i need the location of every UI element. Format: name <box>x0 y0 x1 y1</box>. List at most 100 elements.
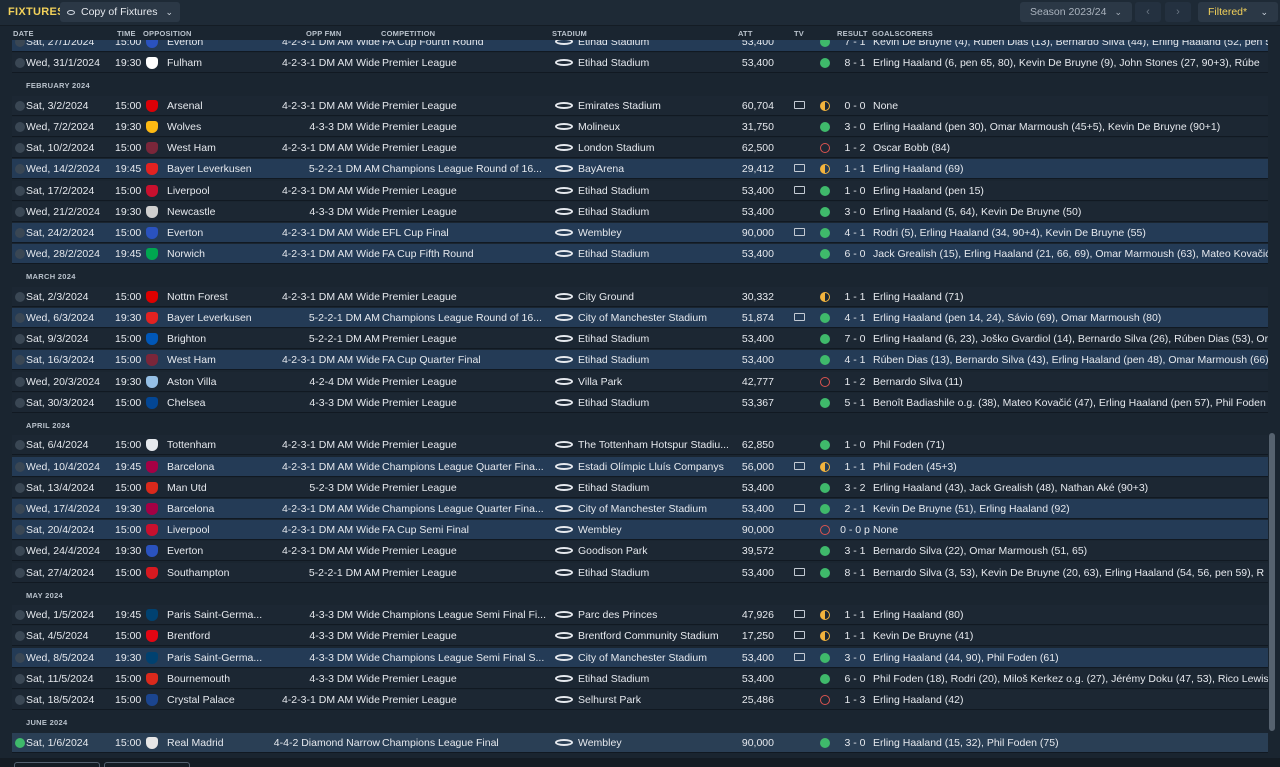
result-score[interactable]: 1 - 1 <box>834 291 876 303</box>
result-score[interactable]: 3 - 1 <box>834 545 876 557</box>
opposition-link[interactable]: Bayer Leverkusen <box>167 312 272 324</box>
fixture-row[interactable]: Sat, 10/2/2024 15:00 West Ham 4-2-3-1 DM AM… <box>12 138 1268 159</box>
result-score[interactable]: 8 - 1 <box>834 567 876 579</box>
fixture-row[interactable]: Sat, 20/4/2024 15:00 Liverpool 4-2-3-1 DM A… <box>12 520 1268 541</box>
competition-link[interactable]: Premier League <box>382 142 550 154</box>
competition-link[interactable]: Premier League <box>382 630 550 642</box>
opposition-link[interactable]: Tottenham <box>167 439 272 451</box>
result-score[interactable]: 3 - 0 <box>834 737 876 749</box>
fixture-row[interactable]: Sat, 27/4/2024 15:00 Southampton 5-2-2-1 DM… <box>12 562 1268 583</box>
opposition-link[interactable]: Everton <box>167 40 272 48</box>
competition-link[interactable]: FA Cup Fourth Round <box>382 40 550 48</box>
fixture-row[interactable]: Sat, 27/1/2024 15:00 Everton 4-2-3-1 DM AM … <box>12 40 1268 52</box>
competition-link[interactable]: Champions League Quarter Fina... <box>382 503 550 515</box>
result-score[interactable]: 3 - 0 <box>834 121 876 133</box>
opposition-link[interactable]: Real Madrid <box>167 737 272 749</box>
competition-link[interactable]: Premier League <box>382 567 550 579</box>
result-score[interactable]: 6 - 0 <box>834 248 876 260</box>
result-score[interactable]: 4 - 1 <box>834 312 876 324</box>
opposition-link[interactable]: Everton <box>167 545 272 557</box>
competition-link[interactable]: EFL Cup Final <box>382 227 550 239</box>
opposition-link[interactable]: Wolves <box>167 121 272 133</box>
competition-link[interactable]: Champions League Semi Final Fi... <box>382 609 550 621</box>
result-score[interactable]: 3 - 0 <box>834 652 876 664</box>
col-goalscorers[interactable]: GOALSCORERS <box>872 29 933 38</box>
result-score[interactable]: 0 - 0 p <box>834 524 876 536</box>
fixture-row[interactable]: Sat, 9/3/2024 15:00 Brighton 5-2-2-1 DM AM P… <box>12 329 1268 350</box>
bottom-button[interactable] <box>14 762 100 767</box>
result-score[interactable]: 1 - 0 <box>834 185 876 197</box>
fixture-row[interactable]: Sat, 17/2/2024 15:00 Liverpool 4-2-3-1 DM A… <box>12 180 1268 201</box>
result-score[interactable]: 5 - 1 <box>834 397 876 409</box>
opposition-link[interactable]: Newcastle <box>167 206 272 218</box>
result-score[interactable]: 6 - 0 <box>834 673 876 685</box>
fixture-row[interactable]: Sat, 18/5/2024 15:00 Crystal Palace 4-2-3-1… <box>12 690 1268 710</box>
competition-link[interactable]: Premier League <box>382 439 550 451</box>
competition-link[interactable]: FA Cup Fifth Round <box>382 248 550 260</box>
scrollbar[interactable] <box>1269 433 1275 731</box>
opposition-link[interactable]: Man Utd <box>167 482 272 494</box>
fixture-row[interactable]: Wed, 31/1/2024 19:30 Fulham 4-2-3-1 DM AM W… <box>12 53 1268 74</box>
opposition-link[interactable]: Barcelona <box>167 503 272 515</box>
col-time[interactable]: TIME <box>117 29 136 38</box>
fixture-row[interactable]: Wed, 28/2/2024 19:45 Norwich 4-2-3-1 DM AM … <box>12 244 1268 265</box>
col-competition[interactable]: COMPETITION <box>381 29 435 38</box>
fixture-row[interactable]: Wed, 8/5/2024 19:30 Paris Saint-Germa... 4-… <box>12 647 1268 668</box>
competition-link[interactable]: Premier League <box>382 482 550 494</box>
opposition-link[interactable]: Everton <box>167 227 272 239</box>
view-dropdown[interactable]: Copy of Fixtures ⌄ <box>60 2 180 22</box>
result-score[interactable]: 8 - 1 <box>834 57 876 69</box>
col-stadium[interactable]: STADIUM <box>552 29 587 38</box>
opposition-link[interactable]: Aston Villa <box>167 376 272 388</box>
competition-link[interactable]: Premier League <box>382 206 550 218</box>
fixture-row[interactable]: Sat, 3/2/2024 15:00 Arsenal 4-2-3-1 DM AM W… <box>12 95 1268 116</box>
fixture-row[interactable]: Sat, 1/6/2024 15:00 Real Madrid 4-4-2 Diamo… <box>12 732 1268 753</box>
competition-link[interactable]: Premier League <box>382 694 550 706</box>
opposition-link[interactable]: Bayer Leverkusen <box>167 163 272 175</box>
opposition-link[interactable]: Bournemouth <box>167 673 272 685</box>
fixture-row[interactable]: Sat, 11/5/2024 15:00 Bournemouth 4-3-3 DM W… <box>12 668 1268 689</box>
competition-link[interactable]: Champions League Semi Final S... <box>382 652 550 664</box>
result-score[interactable]: 1 - 0 <box>834 439 876 451</box>
fixture-row[interactable]: Sat, 24/2/2024 15:00 Everton 4-2-3-1 DM AM … <box>12 223 1268 243</box>
opposition-link[interactable]: Southampton <box>167 567 272 579</box>
result-score[interactable]: 1 - 2 <box>834 142 876 154</box>
next-season-button[interactable]: › <box>1165 2 1191 22</box>
competition-link[interactable]: FA Cup Quarter Final <box>382 354 550 366</box>
fixture-row[interactable]: Wed, 10/4/2024 19:45 Barcelona 4-2-3-1 DM A… <box>12 456 1268 477</box>
result-score[interactable]: 4 - 1 <box>834 227 876 239</box>
fixture-row[interactable]: Wed, 1/5/2024 19:45 Paris Saint-Germa... 4-… <box>12 605 1268 626</box>
opposition-link[interactable]: Crystal Palace <box>167 694 272 706</box>
opposition-link[interactable]: Paris Saint-Germa... <box>167 609 272 621</box>
opposition-link[interactable]: Brighton <box>167 333 272 345</box>
filter-dropdown[interactable]: Filtered* ⌄ <box>1198 2 1278 22</box>
season-dropdown[interactable]: Season 2023/24 ⌄ <box>1020 2 1132 22</box>
competition-link[interactable]: Premier League <box>382 333 550 345</box>
competition-link[interactable]: Champions League Round of 16... <box>382 163 550 175</box>
opposition-link[interactable]: Liverpool <box>167 185 272 197</box>
competition-link[interactable]: Premier League <box>382 291 550 303</box>
opposition-link[interactable]: Brentford <box>167 630 272 642</box>
competition-link[interactable]: Champions League Quarter Fina... <box>382 461 550 473</box>
competition-link[interactable]: Premier League <box>382 545 550 557</box>
opposition-link[interactable]: Barcelona <box>167 461 272 473</box>
opposition-link[interactable]: West Ham <box>167 354 272 366</box>
col-opp-fmn[interactable]: OPP FMN <box>306 29 341 38</box>
opposition-link[interactable]: Fulham <box>167 57 272 69</box>
opposition-link[interactable]: Paris Saint-Germa... <box>167 652 272 664</box>
fixture-row[interactable]: Wed, 14/2/2024 19:45 Bayer Leverkusen 5-2-2… <box>12 159 1268 180</box>
opposition-link[interactable]: Arsenal <box>167 100 272 112</box>
result-score[interactable]: 1 - 1 <box>834 630 876 642</box>
fixture-row[interactable]: Sat, 2/3/2024 15:00 Nottm Forest 4-2-3-1 DM… <box>12 286 1268 307</box>
opposition-link[interactable]: Chelsea <box>167 397 272 409</box>
competition-link[interactable]: Premier League <box>382 100 550 112</box>
fixture-row[interactable]: Wed, 21/2/2024 19:30 Newcastle 4-3-3 DM Wid… <box>12 201 1268 222</box>
competition-link[interactable]: FA Cup Semi Final <box>382 524 550 536</box>
fixture-row[interactable]: Sat, 4/5/2024 15:00 Brentford 4-3-3 DM Wide… <box>12 626 1268 647</box>
result-score[interactable]: 1 - 1 <box>834 461 876 473</box>
fixture-row[interactable]: Sat, 16/3/2024 15:00 West Ham 4-2-3-1 DM AM… <box>12 350 1268 371</box>
col-tv[interactable]: TV <box>794 29 804 38</box>
fixture-row[interactable]: Sat, 13/4/2024 15:00 Man Utd 5-2-3 DM Wide P… <box>12 477 1268 498</box>
competition-link[interactable]: Premier League <box>382 376 550 388</box>
opposition-link[interactable]: Norwich <box>167 248 272 260</box>
